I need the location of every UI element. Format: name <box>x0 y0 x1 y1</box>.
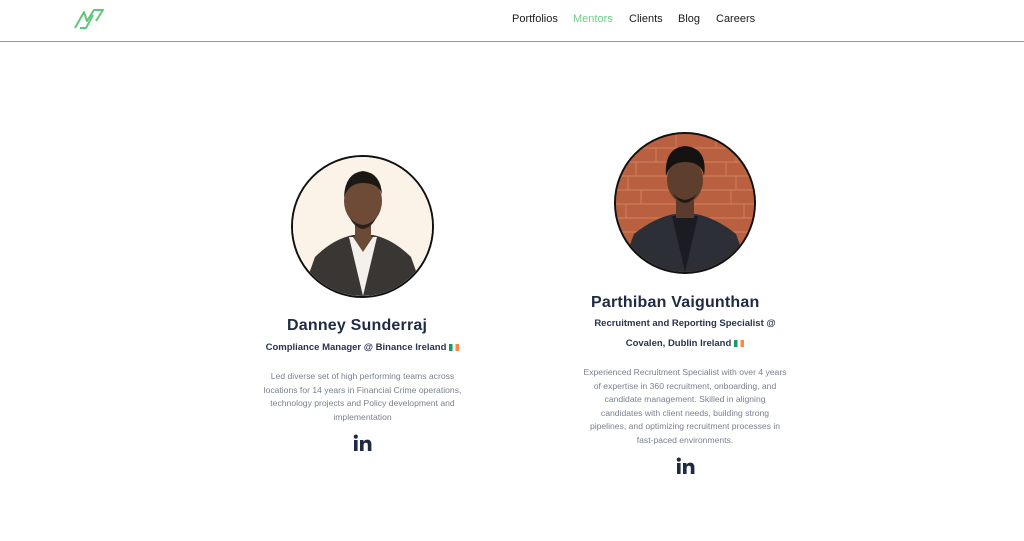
nav-item-clients[interactable]: Clients <box>629 13 663 25</box>
nav-item-portfolios[interactable]: Portfolios <box>512 13 558 25</box>
linkedin-icon[interactable] <box>353 434 373 452</box>
bio-line: implementation <box>333 411 392 422</box>
person-photo-icon <box>293 157 432 296</box>
bio-line: pipelines, and optimizing recruitment pr… <box>589 421 781 431</box>
bio-line: candidates with client needs, building s… <box>600 407 770 418</box>
nav-item-mentors[interactable]: Mentors <box>573 13 613 25</box>
mentor-role: Compliance Manager @ Binance Ireland <box>250 338 475 358</box>
nav-item-careers[interactable]: Careers <box>716 13 755 25</box>
bio-line: locations for 14 years in Financial Crim… <box>263 384 462 395</box>
mentor-bio: Experienced Recruitment Specialist with … <box>560 366 810 447</box>
person-photo-icon <box>616 134 754 272</box>
mentor-role-text: Covalen, Dublin Ireland <box>625 338 732 349</box>
avatar <box>291 155 434 298</box>
mentor-role-text: Compliance Manager @ Binance Ireland <box>265 342 447 353</box>
main-nav: Portfolios Mentors Clients Blog Careers <box>0 13 1024 29</box>
bio-line: candidate management. Skilled in alignin… <box>604 394 766 404</box>
nav-item-blog[interactable]: Blog <box>678 13 700 25</box>
ireland-flag-icon <box>734 339 745 347</box>
mentor-role: Recruitment and Reporting Specialist @ C… <box>570 314 800 354</box>
bio-line: Led diverse set of high performing teams… <box>270 371 455 381</box>
mentor-role-line: Recruitment and Reporting Specialist @ <box>594 318 776 329</box>
mentor-name: Parthiban Vaigunthan <box>591 294 760 311</box>
bio-line: Experienced Recruitment Specialist with … <box>583 367 787 377</box>
bio-line: of expertise in 360 recruitment, onboard… <box>593 380 777 391</box>
mentor-name: Danney Sunderraj <box>287 317 428 334</box>
linkedin-icon[interactable] <box>676 457 696 475</box>
bio-line: technology projects and Policy developme… <box>270 398 455 408</box>
mentor-role-line: Covalen, Dublin Ireland <box>570 334 800 354</box>
avatar <box>614 132 756 274</box>
mentor-bio: Led diverse set of high performing teams… <box>240 370 485 424</box>
ireland-flag-icon <box>449 343 460 351</box>
site-header: Portfolios Mentors Clients Blog Careers <box>0 0 1024 42</box>
bio-line: fast-paced environments. <box>636 434 734 445</box>
